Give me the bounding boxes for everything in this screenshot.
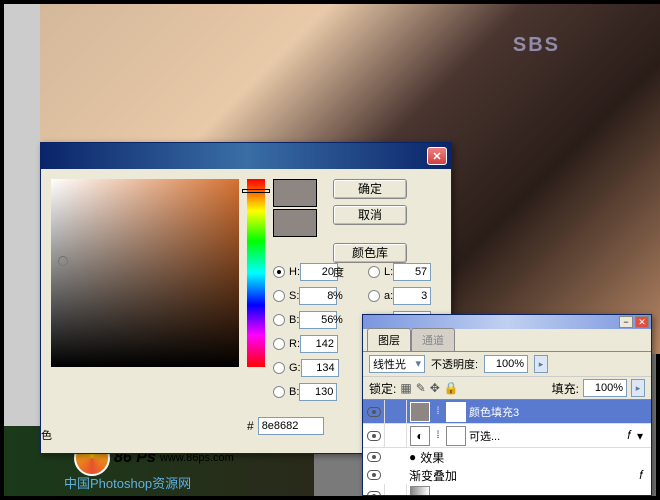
dialog-titlebar[interactable] [41, 143, 451, 169]
hex-label: # [247, 419, 254, 433]
lock-transparent-icon[interactable]: ▦ [400, 381, 411, 395]
lab-b-label: 色 [41, 427, 52, 443]
minimize-icon[interactable]: − [619, 316, 633, 328]
panel-tabs: 图层 通道 [363, 329, 651, 351]
fx-toggle-icon[interactable]: ▾ [637, 429, 643, 443]
layer-name[interactable]: 可选... [469, 428, 627, 444]
layer-adjustment-icon[interactable]: ◐ [410, 426, 430, 446]
fill-input[interactable] [583, 379, 627, 397]
layer-row[interactable]: ⁞ 颜色填充3 [363, 400, 651, 424]
canvas-gutter [4, 4, 40, 496]
layer-row[interactable]: ◐ ⁞ 可选... 𝑓 ▾ [363, 424, 651, 448]
a-input[interactable] [393, 287, 431, 305]
cancel-button[interactable]: 取消 [333, 205, 407, 225]
eye-icon [367, 452, 381, 462]
layer-mask-thumb[interactable] [446, 402, 466, 422]
radio-b[interactable] [273, 314, 285, 326]
eye-icon [367, 407, 381, 417]
hue-cursor [242, 189, 270, 193]
fx-item-row[interactable]: 渐变叠加 𝑓 [363, 466, 651, 484]
hue-slider[interactable] [247, 179, 265, 367]
eye-icon [367, 431, 381, 441]
r-input[interactable] [300, 335, 338, 353]
radio-s[interactable] [273, 290, 285, 302]
link-indicator-icon: ⁞ [433, 430, 443, 441]
current-color-swatch [273, 209, 317, 237]
close-icon[interactable]: ✕ [635, 316, 649, 328]
l-input[interactable] [393, 263, 431, 281]
radio-h[interactable] [273, 266, 285, 278]
fx-row: ● 效果 [363, 448, 651, 466]
layer-mask-thumb[interactable] [446, 426, 466, 446]
eye-icon [367, 470, 381, 480]
fx-item-indicator-icon[interactable]: 𝑓 [639, 468, 643, 483]
fill-arrow[interactable]: ▸ [631, 379, 645, 397]
lock-move-icon[interactable]: ✥ [430, 381, 440, 395]
fx-indicator-icon[interactable]: 𝑓 [627, 428, 631, 443]
visibility-toggle[interactable] [363, 424, 385, 447]
b-input[interactable] [299, 311, 337, 329]
ok-button[interactable]: 确定 [333, 179, 407, 199]
link-indicator-icon: ⁞ [433, 406, 443, 417]
visibility-toggle[interactable] [363, 400, 385, 423]
s-input[interactable] [299, 287, 337, 305]
tab-layers[interactable]: 图层 [367, 328, 411, 351]
color-library-button[interactable]: 颜色库 [333, 243, 407, 263]
layers-list: ⁞ 颜色填充3 ◐ ⁞ 可选... 𝑓 ▾ ● 效果 渐变叠加 𝑓 [363, 399, 651, 495]
tab-channels[interactable]: 通道 [411, 328, 455, 351]
hex-row: # [247, 417, 324, 435]
layer-name[interactable]: 颜色填充3 [469, 404, 651, 420]
hex-input[interactable] [258, 417, 324, 435]
lock-row: 锁定: ▦ ✎ ✥ 🔒 填充: ▸ [363, 376, 651, 399]
opacity-arrow[interactable]: ▸ [534, 355, 548, 373]
fx-bullet-icon: ● [409, 450, 416, 464]
layers-titlebar[interactable]: − ✕ [363, 315, 651, 329]
field-cursor [58, 256, 68, 266]
eye-icon [367, 491, 381, 496]
lock-label: 锁定: [369, 380, 396, 397]
layer-row[interactable] [363, 484, 651, 495]
link-cell[interactable] [385, 424, 407, 447]
radio-bb2[interactable] [273, 386, 285, 398]
fill-label: 填充: [552, 380, 579, 397]
fx-item-name: 渐变叠加 [409, 467, 457, 484]
radio-l[interactable] [368, 266, 380, 278]
radio-r[interactable] [273, 338, 285, 350]
link-cell[interactable] [385, 400, 407, 423]
visibility-toggle[interactable] [363, 464, 385, 487]
radio-a[interactable] [368, 290, 380, 302]
b2-input[interactable] [299, 383, 337, 401]
blend-mode-row: 线性光 不透明度: ▸ [363, 351, 651, 376]
opacity-input[interactable] [484, 355, 528, 373]
fx-label: 效果 [420, 449, 444, 466]
color-field[interactable] [51, 179, 239, 367]
close-icon[interactable] [427, 147, 447, 165]
opacity-label: 不透明度: [431, 356, 478, 372]
lock-all-icon[interactable]: 🔒 [444, 381, 459, 395]
link-cell[interactable] [385, 484, 407, 495]
g-input[interactable] [301, 359, 339, 377]
radio-g[interactable] [273, 362, 285, 374]
brand-cn-name: 中国Photoshop资源网 [64, 473, 191, 492]
layers-panel: − ✕ 图层 通道 线性光 不透明度: ▸ 锁定: ▦ ✎ ✥ 🔒 填充: ▸ … [362, 314, 652, 496]
layer-thumb[interactable] [410, 486, 430, 496]
new-color-swatch [273, 179, 317, 207]
blend-mode-select[interactable]: 线性光 [369, 355, 425, 373]
photo-watermark: SBS [513, 34, 560, 57]
lock-brush-icon[interactable]: ✎ [416, 381, 426, 395]
layer-thumb[interactable] [410, 402, 430, 422]
